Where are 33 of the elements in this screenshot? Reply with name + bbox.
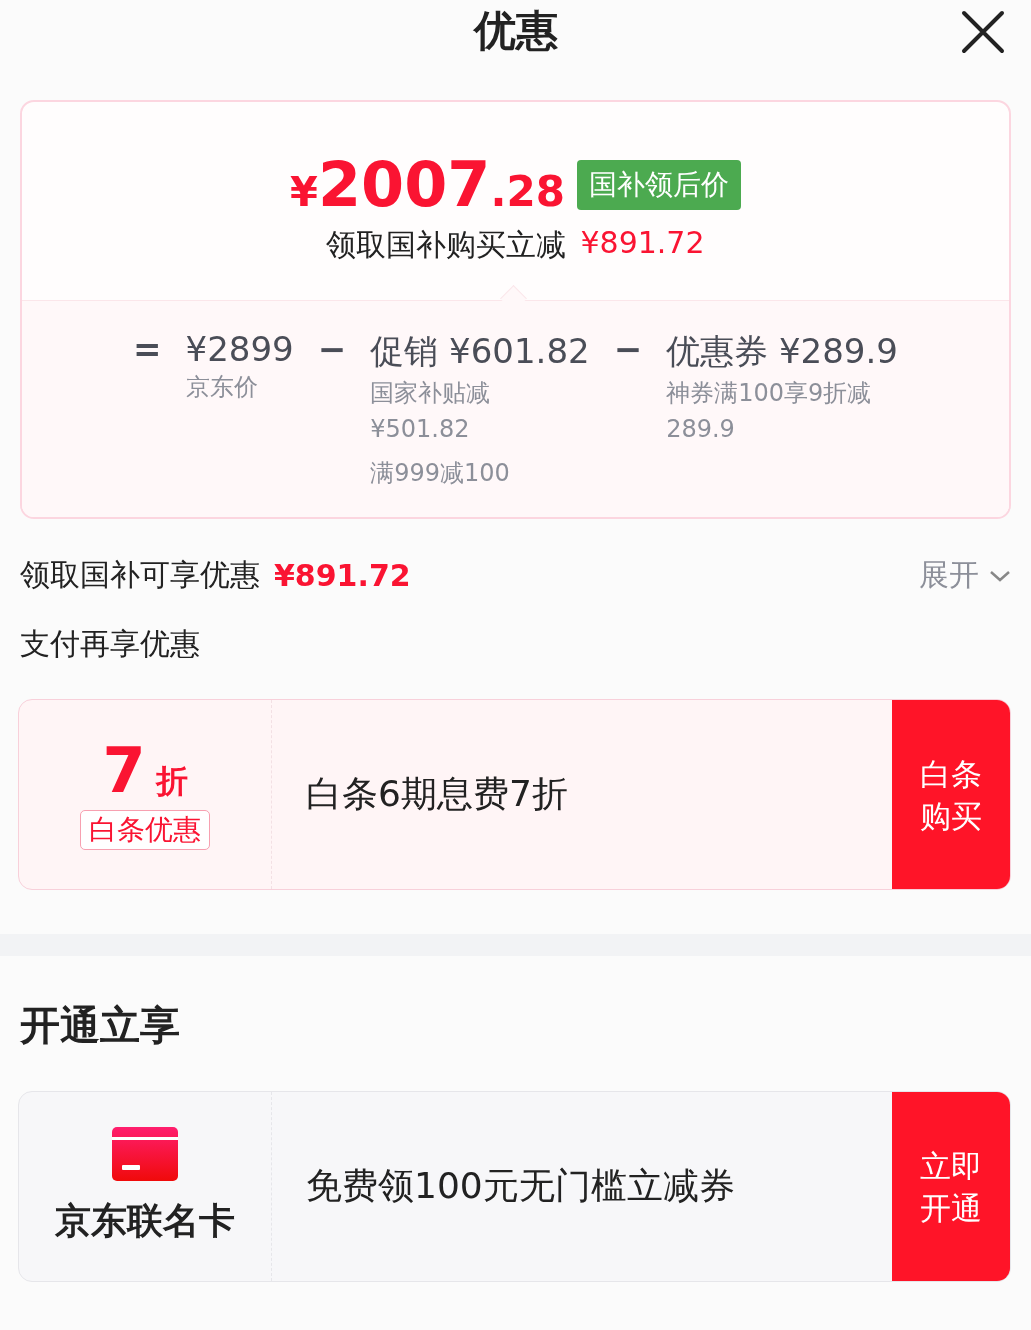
breakdown-amount: ¥2899 [185,329,294,369]
discount-unit: 折 [155,761,188,802]
offer-tag: 白条优惠 [80,810,210,850]
breakdown-amount: 促销 ¥601.82 [370,330,590,373]
subsidy-amount: ¥891.72 [274,558,411,593]
operator-sign: − [613,329,643,371]
offer-action-button[interactable]: 立即开通 [892,1092,1010,1281]
price-badge: 国补领后价 [576,159,741,210]
offer-description: 免费领100元无门槛立减券 [306,1164,735,1208]
section-title: 开通立享 [20,1001,181,1050]
breakdown-note: 京东价 [185,372,259,403]
card-name: 京东联名卡 [55,1199,235,1243]
saving-label: 领取国补购买立减 [326,226,567,264]
breakdown-note: 国家补贴减 [370,378,492,409]
sheet-title: 优惠 [473,5,558,57]
breakdown-note: 满999减100 [370,458,511,489]
breakdown-amount: 优惠券 ¥289.9 [666,330,898,373]
operator-sign: − [317,329,347,371]
expand-toggle[interactable]: 展开 [919,555,1011,596]
chevron-down-icon [989,568,1011,583]
breakdown-note: ¥501.82 [370,414,471,445]
final-price: ¥2007.28 [290,148,565,221]
discount-value: 7 [102,739,146,803]
offer-description: 白条6期息费7折 [306,772,568,816]
subsidy-label: 领取国补可享优惠 [20,556,260,594]
offer-action-button[interactable]: 白条购买 [892,700,1010,889]
close-icon[interactable] [961,10,1005,54]
credit-card-icon [112,1127,178,1181]
breakdown-note: 神券满100享9折减 [666,378,873,409]
breakdown-note: 289.9 [666,414,736,445]
operator-sign: = [133,329,162,371]
section-title: 支付再享优惠 [20,625,201,663]
saving-amount: ¥891.72 [580,225,705,262]
